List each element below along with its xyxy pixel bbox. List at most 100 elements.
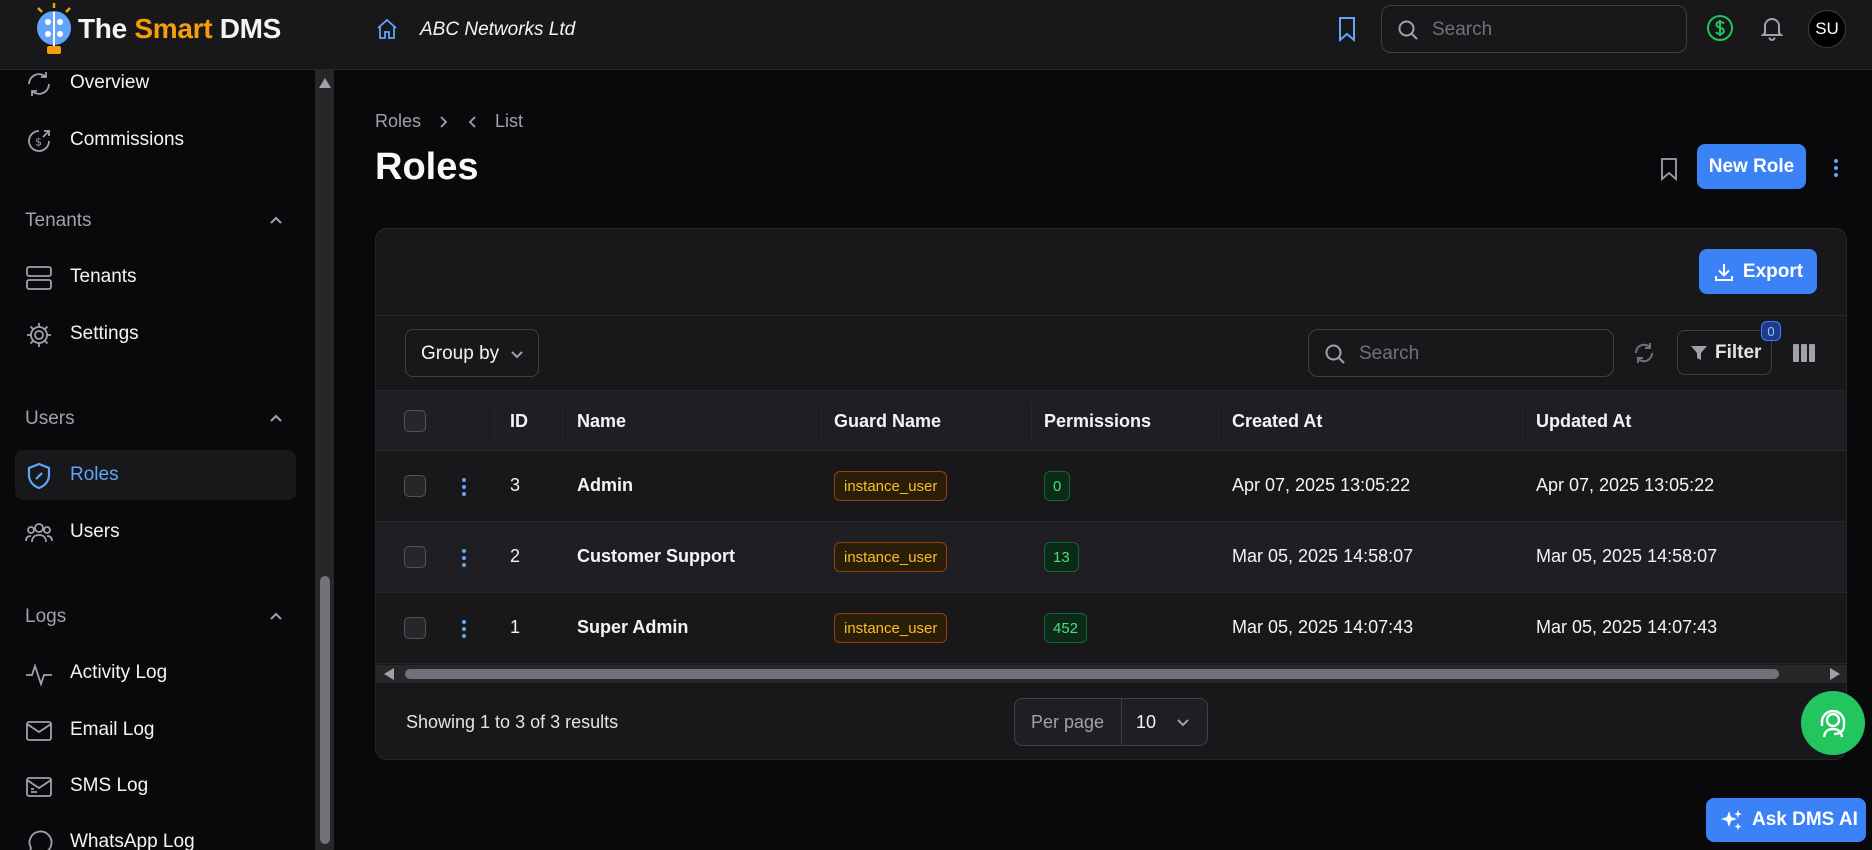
row-checkbox[interactable] bbox=[404, 475, 426, 497]
sidebar-item-commissions[interactable]: $ Commissions bbox=[15, 115, 296, 165]
column-header-permissions[interactable]: Permissions bbox=[1044, 411, 1151, 432]
search-icon bbox=[1398, 20, 1418, 40]
svg-text:$: $ bbox=[35, 136, 42, 149]
select-all-checkbox[interactable] bbox=[404, 410, 426, 432]
more-options-icon[interactable] bbox=[1826, 156, 1846, 180]
sidebar-item-settings[interactable]: Settings bbox=[15, 309, 296, 359]
support-chat-button[interactable] bbox=[1801, 691, 1865, 755]
ask-ai-label: Ask DMS AI bbox=[1752, 809, 1858, 830]
table-header: ID Name Guard Name Permissions Created A… bbox=[376, 390, 1846, 451]
column-divider bbox=[1522, 403, 1523, 441]
home-icon[interactable] bbox=[375, 17, 399, 41]
guard-badge: instance_user bbox=[834, 613, 948, 643]
group-tenants[interactable]: Tenants bbox=[25, 206, 285, 236]
commission-icon: $ bbox=[28, 130, 50, 152]
scroll-up-arrow[interactable] bbox=[319, 78, 331, 88]
sidebar: Overview $ Commissions Tenants Tenants S… bbox=[0, 70, 316, 850]
brand-logo[interactable] bbox=[30, 2, 82, 58]
funnel-icon bbox=[1691, 346, 1707, 360]
cell-name: Super Admin bbox=[577, 617, 689, 637]
per-page-value: 10 bbox=[1136, 712, 1157, 732]
column-header-updated-at[interactable]: Updated At bbox=[1536, 411, 1631, 432]
row-actions-icon[interactable] bbox=[456, 546, 472, 570]
bell-icon[interactable] bbox=[1759, 15, 1785, 41]
group-users[interactable]: Users bbox=[25, 404, 285, 434]
shield-icon bbox=[27, 462, 51, 490]
roles-table-panel: Export Group by Filter 0 ID Name Guard N… bbox=[375, 228, 1847, 760]
sidebar-item-sms-log[interactable]: SMS Log bbox=[15, 761, 296, 811]
sidebar-item-label: SMS Log bbox=[70, 775, 149, 796]
divider bbox=[1121, 699, 1122, 745]
scroll-right-arrow[interactable] bbox=[1830, 668, 1840, 680]
sidebar-item-overview[interactable]: Overview bbox=[15, 70, 296, 108]
bookmark-icon[interactable] bbox=[1658, 156, 1680, 182]
breadcrumb-roles[interactable]: Roles bbox=[375, 111, 421, 132]
brand-prefix: The bbox=[78, 13, 135, 44]
row-checkbox[interactable] bbox=[404, 546, 426, 568]
row-actions-icon[interactable] bbox=[456, 475, 472, 499]
divider bbox=[376, 315, 1846, 316]
page-title: Roles bbox=[375, 146, 479, 188]
filter-label: Filter bbox=[1715, 342, 1762, 363]
scroll-left-arrow[interactable] bbox=[384, 668, 394, 680]
sidebar-item-users[interactable]: Users bbox=[15, 507, 296, 557]
column-header-name[interactable]: Name bbox=[577, 411, 626, 432]
chevron-down-icon bbox=[1177, 719, 1189, 727]
pulse-icon bbox=[26, 663, 52, 687]
sidebar-item-activity-log[interactable]: Activity Log bbox=[15, 648, 296, 698]
table-search[interactable] bbox=[1308, 329, 1614, 377]
sidebar-item-label: Settings bbox=[70, 323, 139, 344]
table-row[interactable]: 2 Customer Support instance_user 13 Mar … bbox=[376, 522, 1846, 593]
new-role-button[interactable]: New Role bbox=[1697, 144, 1806, 189]
permissions-badge: 13 bbox=[1044, 542, 1079, 572]
chevron-down-icon bbox=[511, 351, 523, 359]
scrollbar-thumb[interactable] bbox=[320, 576, 330, 844]
per-page-label: Per page bbox=[1031, 712, 1105, 732]
ask-ai-button[interactable]: Ask DMS AI bbox=[1706, 798, 1866, 842]
support-agent-icon bbox=[1820, 709, 1846, 738]
group-by-label: Group by bbox=[421, 343, 500, 364]
cell-name: Admin bbox=[577, 475, 633, 495]
export-label: Export bbox=[1742, 260, 1804, 282]
dollar-icon[interactable] bbox=[1706, 14, 1734, 42]
main-content: Roles List Roles New Role Export Group b… bbox=[334, 70, 1872, 850]
gear-icon bbox=[27, 323, 51, 347]
cell-id: 1 bbox=[510, 617, 521, 637]
column-header-id[interactable]: ID bbox=[510, 411, 528, 432]
sidebar-item-email-log[interactable]: Email Log bbox=[15, 705, 296, 755]
column-header-guard-name[interactable]: Guard Name bbox=[834, 411, 941, 432]
filter-button[interactable]: Filter bbox=[1677, 330, 1772, 375]
brand-name[interactable]: The Smart DMS bbox=[78, 13, 281, 45]
chevron-up-icon bbox=[270, 216, 282, 224]
filter-count-badge: 0 bbox=[1761, 321, 1781, 341]
sidebar-item-whatsapp-log[interactable]: WhatsApp Log bbox=[15, 817, 296, 850]
sidebar-item-tenants[interactable]: Tenants bbox=[15, 252, 296, 302]
brand-accent: Smart bbox=[134, 13, 213, 44]
row-actions-icon[interactable] bbox=[456, 617, 472, 641]
bookmark-icon[interactable] bbox=[1335, 15, 1359, 43]
row-checkbox[interactable] bbox=[404, 617, 426, 639]
sidebar-item-label: Activity Log bbox=[70, 662, 168, 683]
table-horizontal-scrollbar[interactable] bbox=[376, 665, 1846, 683]
columns-icon[interactable] bbox=[1791, 340, 1817, 366]
table-row[interactable]: 3 Admin instance_user 0 Apr 07, 2025 13:… bbox=[376, 451, 1846, 522]
global-search-input[interactable] bbox=[1432, 16, 1672, 44]
column-divider bbox=[494, 403, 495, 441]
sidebar-scrollbar[interactable] bbox=[316, 70, 334, 850]
tenant-switcher[interactable]: ABC Networks Ltd bbox=[420, 19, 575, 41]
global-search[interactable] bbox=[1381, 5, 1687, 53]
avatar[interactable]: SU bbox=[1808, 10, 1846, 48]
cell-updated-at: Apr 07, 2025 13:05:22 bbox=[1536, 475, 1715, 495]
search-icon bbox=[1325, 344, 1345, 364]
group-by-dropdown[interactable]: Group by bbox=[405, 329, 539, 377]
per-page-select[interactable]: Per page 10 bbox=[1014, 698, 1208, 746]
group-logs[interactable]: Logs bbox=[25, 602, 285, 632]
group-label: Tenants bbox=[25, 210, 92, 231]
table-row[interactable]: 1 Super Admin instance_user 452 Mar 05, … bbox=[376, 593, 1846, 664]
refresh-icon[interactable] bbox=[1632, 341, 1656, 365]
export-button[interactable]: Export bbox=[1699, 249, 1817, 294]
column-header-created-at[interactable]: Created At bbox=[1232, 411, 1322, 432]
sidebar-item-roles[interactable]: Roles bbox=[15, 450, 296, 500]
table-search-input[interactable] bbox=[1359, 340, 1599, 368]
scrollbar-thumb[interactable] bbox=[405, 669, 1779, 679]
